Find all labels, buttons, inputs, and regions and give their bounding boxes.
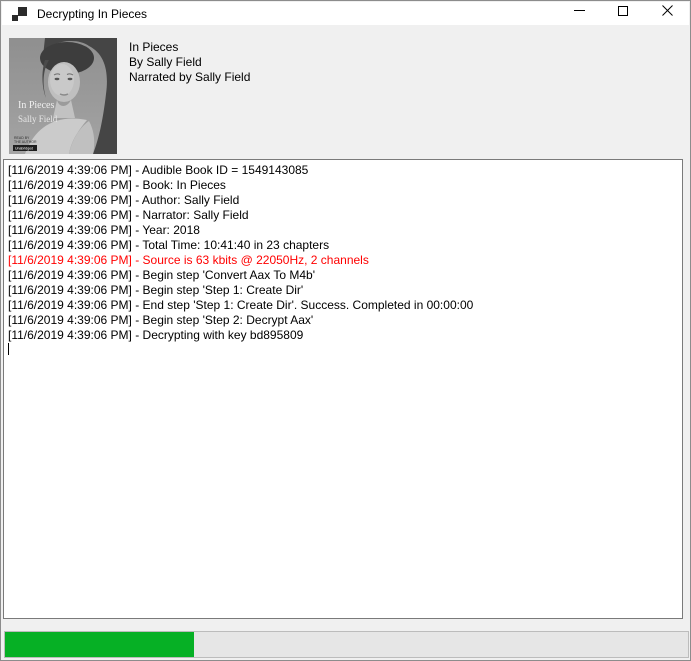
log-line: [11/6/2019 4:39:06 PM] - Begin step 'Ste…	[8, 283, 680, 298]
cover-unabridged-label: Unabridged	[15, 147, 33, 151]
book-cover-art: In Pieces Sally Field READ BY THE AUTHOR…	[9, 38, 117, 154]
minimize-icon	[574, 5, 585, 16]
text-caret	[8, 343, 9, 355]
log-line: [11/6/2019 4:39:06 PM] - Total Time: 10:…	[8, 238, 680, 253]
maximize-button[interactable]	[601, 2, 645, 25]
book-narrator: Narrated by Sally Field	[129, 70, 250, 85]
log-line: [11/6/2019 4:39:06 PM] - Year: 2018	[8, 223, 680, 238]
caret-line	[8, 343, 680, 358]
app-window: Decrypting In Pieces	[0, 0, 691, 661]
close-button[interactable]	[645, 2, 689, 25]
log-line: [11/6/2019 4:39:06 PM] - Book: In Pieces	[8, 178, 680, 193]
book-info: In Pieces By Sally Field Narrated by Sal…	[129, 40, 250, 85]
close-icon	[662, 5, 673, 16]
minimize-button[interactable]	[557, 2, 601, 25]
cover-author-text: Sally Field	[18, 114, 58, 124]
maximize-icon	[618, 6, 628, 16]
log-line: [11/6/2019 4:39:06 PM] - Decrypting with…	[8, 328, 680, 343]
progress-fill	[5, 632, 194, 657]
log-line: [11/6/2019 4:39:06 PM] - End step 'Step …	[8, 298, 680, 313]
window-controls	[557, 2, 689, 25]
log-line: [11/6/2019 4:39:06 PM] - Source is 63 kb…	[8, 253, 680, 268]
app-icon	[12, 7, 28, 21]
log-line: [11/6/2019 4:39:06 PM] - Begin step 'Ste…	[8, 313, 680, 328]
title-bar[interactable]: Decrypting In Pieces	[2, 2, 689, 25]
progress-bar	[4, 631, 689, 658]
log-line: [11/6/2019 4:39:06 PM] - Begin step 'Con…	[8, 268, 680, 283]
book-cover-image: In Pieces Sally Field READ BY THE AUTHOR…	[9, 38, 117, 154]
log-line: [11/6/2019 4:39:06 PM] - Author: Sally F…	[8, 193, 680, 208]
book-title: In Pieces	[129, 40, 250, 55]
log-line: [11/6/2019 4:39:06 PM] - Narrator: Sally…	[8, 208, 680, 223]
book-author: By Sally Field	[129, 55, 250, 70]
log-output[interactable]: [11/6/2019 4:39:06 PM] - Audible Book ID…	[3, 159, 683, 619]
cover-title-text: In Pieces	[18, 100, 54, 111]
log-line: [11/6/2019 4:39:06 PM] - Audible Book ID…	[8, 163, 680, 178]
window-title: Decrypting In Pieces	[37, 7, 147, 21]
cover-readby-line2: THE AUTHOR	[14, 140, 37, 144]
